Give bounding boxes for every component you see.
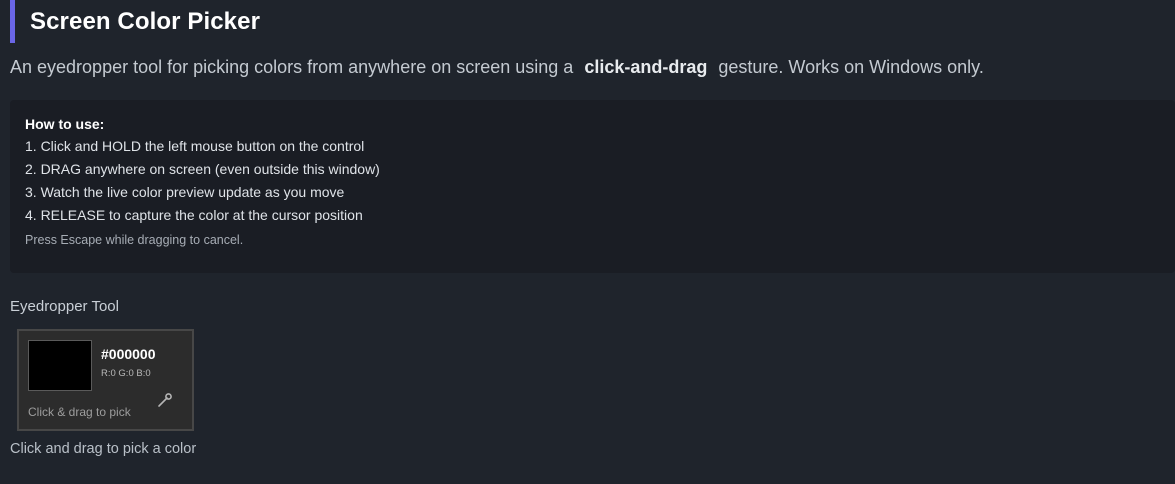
description-text-end: gesture. Works on Windows only. — [718, 57, 984, 77]
page-title: Screen Color Picker — [30, 7, 261, 35]
how-to-use-heading: How to use: — [25, 116, 105, 132]
how-to-use-panel: How to use: 1. Click and HOLD the left m… — [10, 100, 1175, 273]
how-to-step-1: 1. Click and HOLD the left mouse button … — [25, 138, 365, 154]
eyedropper-icon — [156, 391, 174, 409]
page-header: Screen Color Picker — [10, 0, 260, 43]
hex-value: #000000 — [101, 346, 156, 362]
page-description: An eyedropper tool for picking colors fr… — [10, 57, 984, 78]
description-text-start: An eyedropper tool for picking colors fr… — [10, 57, 574, 77]
rgb-value: R:0 G:0 B:0 — [101, 368, 151, 379]
how-to-step-3: 3. Watch the live color preview update a… — [25, 184, 345, 200]
drag-hint: Click & drag to pick — [28, 405, 131, 419]
how-to-step-4: 4. RELEASE to capture the color at the c… — [25, 207, 363, 223]
escape-note: Press Escape while dragging to cancel. — [25, 233, 244, 247]
status-text: Click and drag to pick a color — [10, 441, 197, 457]
how-to-step-2: 2. DRAG anywhere on screen (even outside… — [25, 161, 380, 177]
color-preview-swatch — [28, 340, 92, 391]
eyedropper-control[interactable]: #000000 R:0 G:0 B:0 Click & drag to pick — [17, 329, 194, 431]
description-emphasis: click-and-drag — [584, 57, 708, 77]
eyedropper-tool-label: Eyedropper Tool — [10, 298, 119, 315]
